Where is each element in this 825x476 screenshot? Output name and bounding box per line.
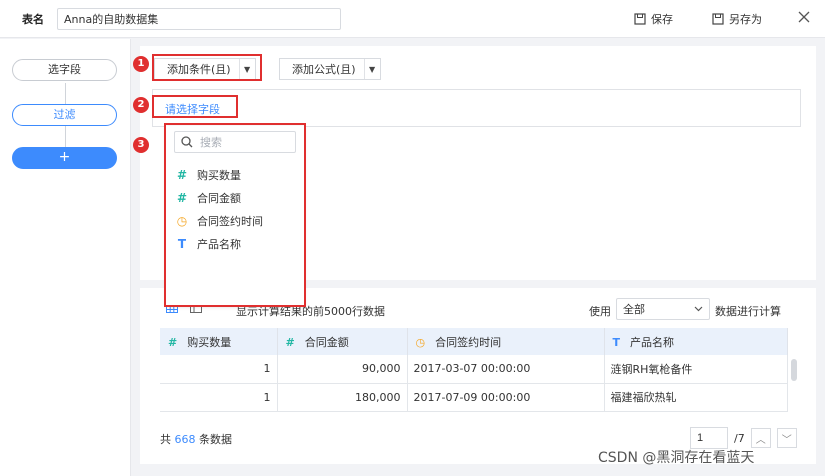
column-header-label: 购买数量 xyxy=(187,335,232,349)
total-suffix: 条数据 xyxy=(199,433,232,446)
table-name-label: 表名 xyxy=(22,13,44,26)
chevron-up-icon: ︿ xyxy=(755,434,766,446)
chevron-down-icon xyxy=(694,306,703,312)
table-cell: 1 xyxy=(160,355,278,384)
annotation-badge-3: 3 xyxy=(133,137,149,153)
text-icon: T xyxy=(612,335,621,349)
save-as-button[interactable]: 另存为 xyxy=(712,11,762,27)
table-cell: 2017-07-09 00:00:00 xyxy=(407,383,605,412)
scrollbar-thumb[interactable] xyxy=(791,359,797,381)
number-icon: # xyxy=(168,335,178,349)
chevron-down-icon: ﹀ xyxy=(781,434,792,446)
preview-panel: 显示计算结果的前5000行数据 使用 全部 数据进行计算 # 购买数量 # 合同金额… xyxy=(140,288,816,464)
total-count: 共 668 条数据 xyxy=(160,431,232,447)
clock-icon: ◷ xyxy=(415,335,426,349)
data-range-select[interactable]: 全部 xyxy=(616,298,710,320)
table-cell: 90,000 xyxy=(277,355,408,384)
annotation-box-1 xyxy=(152,54,262,81)
table-header-row: # 购买数量 # 合同金额 ◷ 合同签约时间 T 产品名称 xyxy=(160,328,788,355)
table-cell: 福建福欣热轧 xyxy=(604,383,788,412)
add-formula-button[interactable]: 添加公式(且) ▼ xyxy=(279,58,381,80)
data-range-value: 全部 xyxy=(623,303,645,316)
condition-box: 请选择字段 xyxy=(152,89,801,127)
page-total: /7 xyxy=(734,431,745,445)
annotation-box-3 xyxy=(164,123,306,307)
add-formula-dropdown-icon[interactable]: ▼ xyxy=(363,59,380,79)
add-formula-label: 添加公式(且) xyxy=(292,63,356,76)
column-header[interactable]: # 合同金额 xyxy=(277,328,408,355)
step-select-fields[interactable]: 选字段 xyxy=(12,59,117,81)
column-header[interactable]: ◷ 合同签约时间 xyxy=(407,328,605,355)
table-cell: 1 xyxy=(160,383,278,412)
step-filter[interactable]: 过滤 xyxy=(12,104,117,126)
save-as-label: 另存为 xyxy=(729,13,762,26)
table-cell: 180,000 xyxy=(277,383,408,412)
table-row: 1 90,000 2017-03-07 00:00:00 涟钢RH氧枪备件 xyxy=(160,355,788,384)
use-label: 使用 xyxy=(589,305,611,318)
page-input[interactable] xyxy=(690,427,728,449)
save-label: 保存 xyxy=(651,13,673,26)
total-count-value: 668 xyxy=(174,433,196,446)
column-header-label: 产品名称 xyxy=(630,335,675,349)
next-page-button[interactable]: ﹀ xyxy=(776,428,797,448)
close-icon[interactable] xyxy=(797,10,811,24)
sidebar: 选字段 过滤 + xyxy=(0,39,131,476)
table-cell: 2017-03-07 00:00:00 xyxy=(407,355,605,384)
table-cell: 涟钢RH氧枪备件 xyxy=(604,355,788,384)
pagination: /7 ︿ ﹀ xyxy=(690,427,797,449)
number-icon: # xyxy=(285,335,295,349)
annotation-badge-1: 1 xyxy=(133,56,149,72)
column-header[interactable]: T 产品名称 xyxy=(604,328,788,355)
add-step-button[interactable]: + xyxy=(12,147,117,169)
save-button[interactable]: 保存 xyxy=(634,11,673,27)
column-header[interactable]: # 购买数量 xyxy=(160,328,278,355)
prev-page-button[interactable]: ︿ xyxy=(750,428,771,448)
total-prefix: 共 xyxy=(160,433,171,446)
watermark: CSDN @黑洞存在看蓝天 xyxy=(598,450,755,466)
annotation-box-2 xyxy=(152,95,238,118)
save-icon xyxy=(634,13,646,25)
column-header-label: 合同金额 xyxy=(304,335,349,349)
annotation-badge-2: 2 xyxy=(133,97,149,113)
table-row: 1 180,000 2017-07-09 00:00:00 福建福欣热轧 xyxy=(160,383,788,412)
use-suffix: 数据进行计算 xyxy=(715,305,781,318)
top-bar: 表名 保存 另存为 xyxy=(0,0,825,38)
save-as-icon xyxy=(712,13,724,25)
column-header-label: 合同签约时间 xyxy=(435,335,502,349)
table-name-input[interactable] xyxy=(57,8,341,30)
table-scrollbar[interactable] xyxy=(790,355,798,409)
preview-table: # 购买数量 # 合同金额 ◷ 合同签约时间 T 产品名称 1 90,000 2017-… xyxy=(160,328,788,412)
